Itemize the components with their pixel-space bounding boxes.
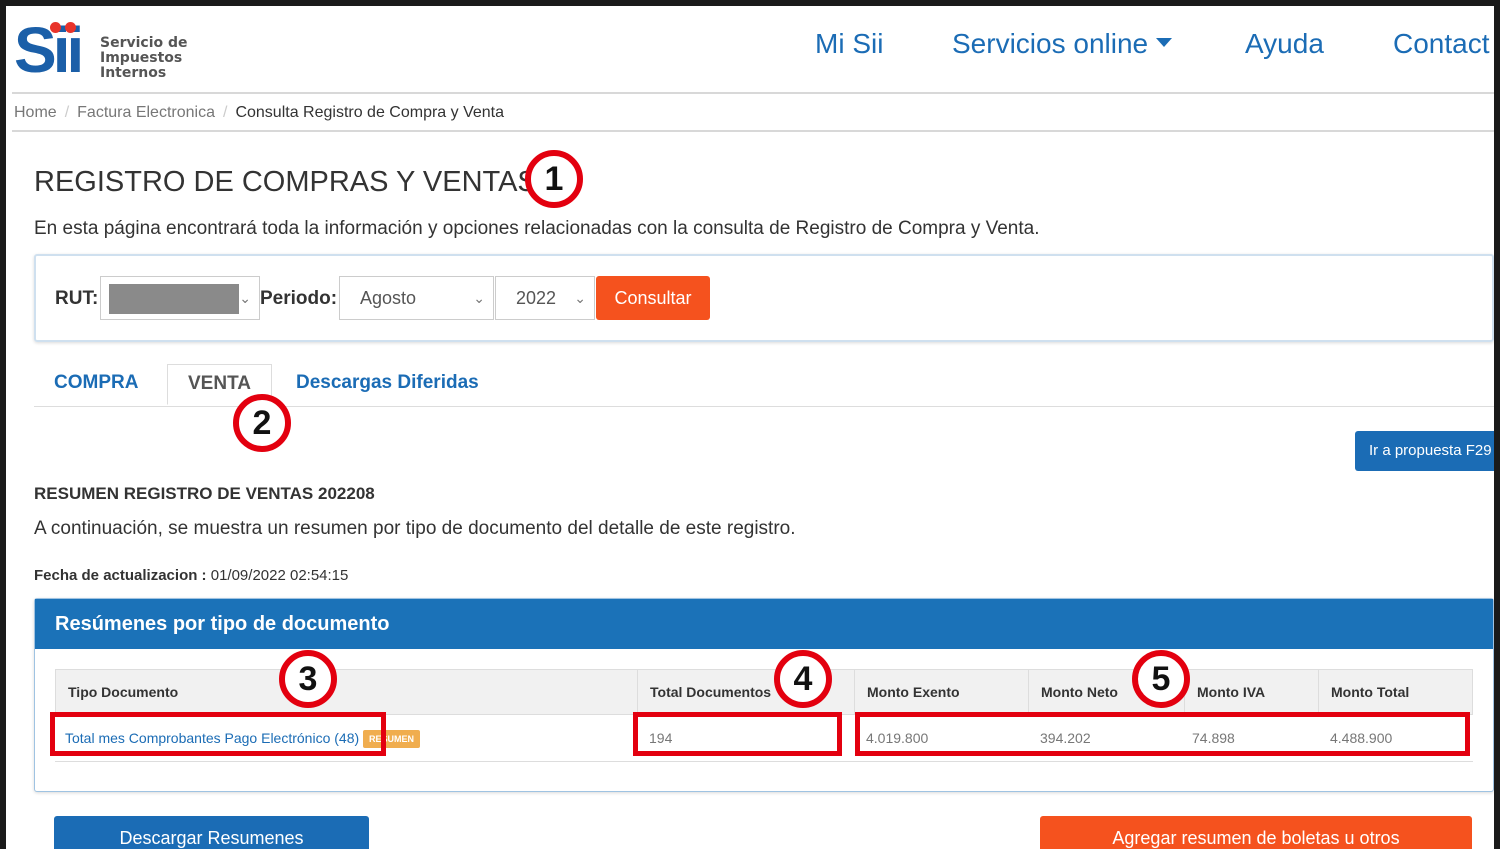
resumen-title: RESUMEN REGISTRO DE VENTAS 202208 xyxy=(34,484,375,503)
annotation-circle-4: 4 xyxy=(774,650,832,708)
annotation-circle-2: 2 xyxy=(233,394,291,452)
annotation-box-4 xyxy=(633,712,842,756)
nav-mi-sii[interactable]: Mi Sii xyxy=(815,28,883,60)
fecha-label: Fecha de actualizacion : xyxy=(34,567,207,584)
chevron-down-icon: ⌄ xyxy=(574,290,586,306)
th-monto-exento: Monto Exento xyxy=(855,670,1029,714)
fecha-actualizacion: Fecha de actualizacion : 01/09/2022 02:5… xyxy=(34,567,348,584)
fecha-value: 01/09/2022 02:54:15 xyxy=(210,567,349,584)
page: Sii Servicio de Impuestos Internos Mi Si… xyxy=(6,6,1494,849)
tab-compra[interactable]: COMPRA xyxy=(54,364,138,405)
page-title: REGISTRO DE COMPRAS Y VENTAS xyxy=(34,166,537,198)
rut-redacted xyxy=(109,284,239,314)
caret-down-icon xyxy=(1156,38,1173,48)
annotation-circle-1: 1 xyxy=(525,150,583,208)
breadcrumb: Home / Factura Electronica / Consulta Regist… xyxy=(14,104,505,121)
header-divider xyxy=(12,92,1494,94)
breadcrumb-factura[interactable]: Factura Electronica xyxy=(77,104,215,121)
breadcrumb-current: Consulta Registro de Compra y Venta xyxy=(235,104,505,121)
th-monto-total: Monto Total xyxy=(1331,684,1410,700)
chevron-down-icon: ⌄ xyxy=(473,290,485,306)
table-header: Tipo Documento Total Documentos Monto Ex… xyxy=(55,669,1473,715)
annotation-circle-5: 5 xyxy=(1132,650,1190,708)
annotation-circle-3: 3 xyxy=(279,650,337,708)
breadcrumb-home[interactable]: Home xyxy=(14,104,57,121)
th-tipo-documento: Tipo Documento xyxy=(56,670,638,714)
page-intro: En esta página encontrará toda la inform… xyxy=(34,218,1040,239)
logo-line-3: Internos xyxy=(100,65,167,81)
nav-contacto[interactable]: Contact xyxy=(1393,28,1490,60)
th-monto-iva: Monto IVA xyxy=(1185,670,1319,714)
breadcrumb-divider xyxy=(12,130,1494,132)
nav-servicios-label: Servicios online xyxy=(952,28,1149,59)
resumenes-panel: Resúmenes por tipo de documento Tipo Doc… xyxy=(34,598,1494,792)
year-value: 2022 xyxy=(516,288,557,308)
descargar-resumenes-button[interactable]: Descargar Resumenes xyxy=(54,816,369,849)
month-value: Agosto xyxy=(360,288,417,308)
nav-servicios-online[interactable]: Servicios online xyxy=(952,28,1173,60)
resumen-description: A continuación, se muestra un resumen po… xyxy=(34,518,796,539)
rut-select[interactable]: ⌄ xyxy=(100,276,260,320)
annotation-box-3 xyxy=(50,712,386,756)
nav-ayuda[interactable]: Ayuda xyxy=(1245,28,1324,60)
chevron-down-icon: ⌄ xyxy=(239,290,251,306)
panel-title: Resúmenes por tipo de documento xyxy=(35,599,1493,649)
annotation-box-5 xyxy=(855,712,1470,756)
query-form: RUT: ⌄ Periodo: Agosto ⌄ 2022 ⌄ Consulta… xyxy=(34,254,1494,342)
f29-button[interactable]: Ir a propuesta F29 xyxy=(1355,431,1494,471)
agregar-resumen-button[interactable]: Agregar resumen de boletas u otros xyxy=(1040,816,1472,849)
consultar-button[interactable]: Consultar xyxy=(596,276,710,320)
month-select[interactable]: Agosto ⌄ xyxy=(339,276,494,320)
year-select[interactable]: 2022 ⌄ xyxy=(495,276,595,320)
tab-descargas-diferidas[interactable]: Descargas Diferidas xyxy=(296,364,479,405)
rut-label: RUT: xyxy=(55,288,99,309)
periodo-label: Periodo: xyxy=(260,288,338,309)
main-nav: Mi Sii Servicios online Ayuda Contact xyxy=(6,28,1494,68)
